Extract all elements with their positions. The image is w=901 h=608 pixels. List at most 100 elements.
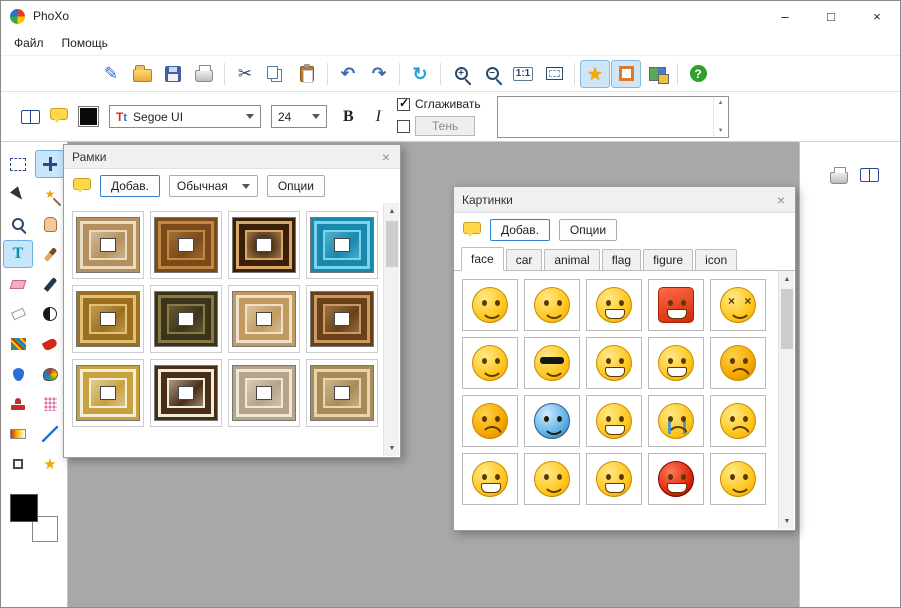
speech-bubble-icon[interactable] [463, 221, 481, 237]
sticker-dizzy[interactable] [710, 279, 766, 331]
stickers-button[interactable] [642, 60, 672, 88]
rect-select-tool[interactable] [3, 150, 33, 178]
minimize-button[interactable]: – [762, 1, 808, 31]
font-family-select[interactable]: Segoe UI [109, 105, 261, 128]
stickers-options-button[interactable]: Опции [558, 219, 618, 241]
frames-button[interactable] [611, 59, 641, 88]
menu-file[interactable]: Файл [5, 33, 53, 53]
stamp-tool[interactable] [3, 390, 33, 418]
book-icon[interactable] [21, 109, 40, 124]
frames-scrollbar[interactable]: ▲ ▼ [383, 203, 399, 456]
frames-palette-titlebar[interactable]: Рамки × [64, 145, 400, 169]
speech-bubble-icon[interactable] [73, 177, 91, 193]
sticker-red-book[interactable] [648, 279, 704, 331]
line-tool[interactable] [35, 420, 65, 448]
zoom-in-button[interactable]: + [446, 60, 476, 88]
new-button[interactable]: ✎ [96, 60, 126, 88]
scroll-up-icon[interactable]: ▲ [384, 203, 400, 219]
brush-tool[interactable] [35, 240, 65, 268]
spray-tool[interactable] [35, 390, 65, 418]
sticker-sweat-smile[interactable] [524, 453, 580, 505]
favorites-button[interactable]: ★ [580, 59, 610, 88]
zoom-tool[interactable] [3, 210, 33, 238]
sticker-gritting-teeth[interactable] [462, 453, 518, 505]
sticker-starry-eyes[interactable] [462, 279, 518, 331]
sticker-slap[interactable] [710, 453, 766, 505]
frame-cream-ornate[interactable] [72, 211, 144, 279]
tab-face[interactable]: face [461, 247, 504, 271]
stickers-scrollbar[interactable]: ▲ ▼ [778, 271, 794, 529]
copy-button[interactable] [261, 60, 291, 88]
book-icon[interactable] [860, 168, 879, 182]
shadow-button[interactable]: Тень [415, 116, 476, 136]
paste-button[interactable] [292, 60, 322, 88]
pen-tool[interactable] [35, 270, 65, 298]
frame-golden[interactable] [72, 285, 144, 353]
contrast-tool[interactable] [35, 300, 65, 328]
frame-light-marble[interactable] [228, 359, 300, 427]
frame-brown-weave[interactable] [306, 285, 378, 353]
frame-teal-ornate[interactable] [306, 211, 378, 279]
maximize-button[interactable]: □ [808, 1, 854, 31]
palette-tool[interactable] [35, 360, 65, 388]
frames-style-select[interactable]: Обычная [168, 175, 258, 197]
pick-arrow-tool[interactable] [3, 180, 33, 208]
sticker-sobbing[interactable] [648, 395, 704, 447]
help-button[interactable]: ? [683, 60, 713, 88]
stickers-add-button[interactable]: Добав. [490, 219, 550, 241]
smooth-checkbox[interactable] [397, 96, 410, 111]
shadow-checkbox[interactable] [397, 119, 410, 133]
font-size-select[interactable]: 24 [271, 105, 327, 128]
sticker-cool-shades[interactable] [524, 337, 580, 389]
tab-figure[interactable]: figure [643, 249, 694, 270]
sticker-money-drool[interactable] [586, 337, 642, 389]
move-tool[interactable] [35, 150, 65, 178]
frames-options-button[interactable]: Опции [266, 175, 325, 197]
tab-icon[interactable]: icon [695, 249, 738, 270]
sticker-laughing[interactable] [586, 453, 642, 505]
chalk-tool[interactable] [3, 300, 33, 328]
stickers-palette-titlebar[interactable]: Картинки × [454, 187, 795, 213]
text-tool[interactable]: T [3, 240, 33, 268]
sticker-happy[interactable] [524, 279, 580, 331]
sticker-grumpy[interactable] [462, 395, 518, 447]
scroll-down-icon[interactable]: ▼ [779, 513, 795, 529]
sticker-devil[interactable] [648, 453, 704, 505]
text-input-scrollbar[interactable]: ▲ ▼ [712, 96, 728, 137]
red-brush-tool[interactable] [35, 330, 65, 358]
fit-window-button[interactable] [539, 60, 569, 88]
print-preview-icon[interactable] [830, 167, 848, 184]
frame-dark-vignette[interactable] [228, 211, 300, 279]
text-input[interactable]: ▲ ▼ [496, 95, 729, 138]
tab-flag[interactable]: flag [601, 249, 642, 270]
save-button[interactable] [158, 60, 188, 88]
text-color-swatch[interactable] [78, 106, 99, 127]
bold-button[interactable]: B [337, 106, 360, 128]
frames-add-button[interactable]: Добав. [100, 175, 160, 197]
frame-dark-olive[interactable] [150, 285, 222, 353]
curve-tool[interactable] [3, 330, 33, 358]
rotate-button[interactable]: ↻ [405, 60, 435, 88]
magic-wand-tool[interactable]: ★ [35, 180, 65, 208]
scroll-down-icon[interactable]: ▼ [718, 128, 724, 134]
eraser-tool[interactable] [3, 270, 33, 298]
speech-bubble-icon[interactable] [50, 108, 68, 123]
sticker-wink-tongue[interactable] [586, 279, 642, 331]
close-icon[interactable]: × [775, 192, 787, 208]
frame-beige-swirl[interactable] [306, 359, 378, 427]
scroll-down-icon[interactable]: ▼ [384, 440, 400, 456]
undo-button[interactable]: ↶ [333, 60, 363, 88]
crop-tool[interactable] [3, 450, 33, 478]
foreground-color-swatch[interactable] [10, 494, 38, 522]
close-icon[interactable]: × [380, 149, 392, 165]
redo-button[interactable]: ↷ [364, 60, 394, 88]
gradient-tool[interactable] [3, 420, 33, 448]
tab-animal[interactable]: animal [544, 249, 600, 270]
frame-dark-brown-mat[interactable] [150, 359, 222, 427]
menu-help[interactable]: Помощь [53, 33, 117, 53]
scroll-up-icon[interactable]: ▲ [718, 100, 724, 106]
frame-gold-white[interactable] [72, 359, 144, 427]
sticker-frowning[interactable] [710, 395, 766, 447]
sticker-freezing[interactable] [524, 395, 580, 447]
sticker-big-grin[interactable] [648, 337, 704, 389]
